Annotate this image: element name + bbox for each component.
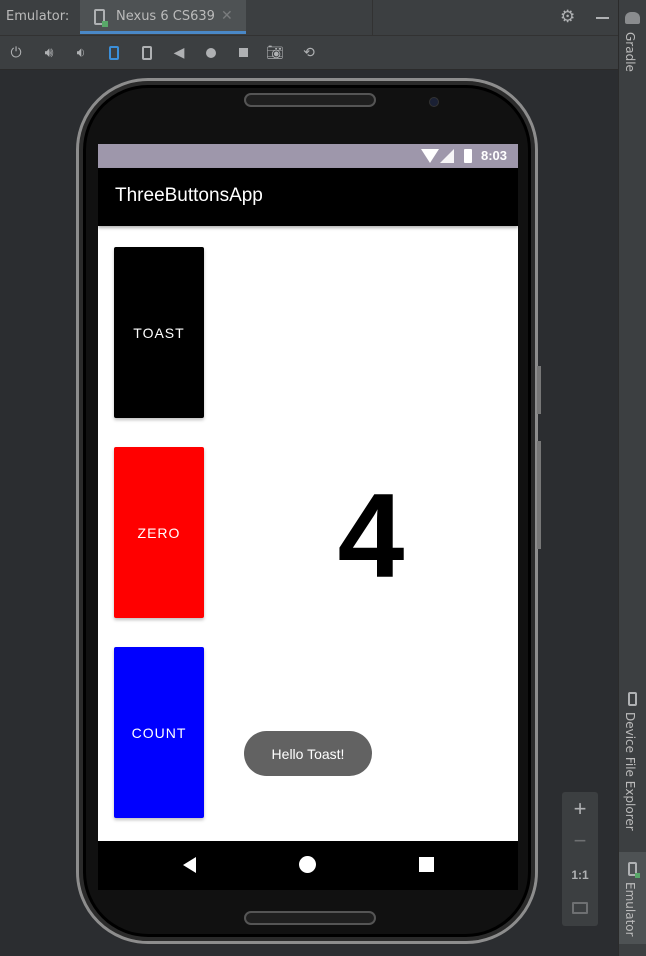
wifi-icon: [421, 149, 439, 163]
power-icon[interactable]: ⏻: [7, 44, 25, 62]
toast-message: Hello Toast!: [244, 731, 372, 776]
emulator-label: Emulator:: [6, 9, 70, 24]
status-time: 8:03: [481, 148, 508, 163]
speaker-bottom: [244, 911, 376, 925]
count-display: 4: [337, 469, 405, 603]
nav-home-icon[interactable]: [299, 856, 316, 873]
speaker-top: [244, 93, 376, 107]
battery-icon: [464, 149, 472, 163]
actual-size-button[interactable]: 1:1: [562, 868, 598, 882]
gradle-icon: [625, 12, 640, 24]
app-bar: ThreeButtonsApp: [98, 168, 518, 226]
zoom-controls: + − 1:1: [562, 792, 598, 926]
zoom-in-button[interactable]: +: [562, 796, 598, 822]
side-tab-device-file-explorer[interactable]: Device File Explorer: [623, 712, 637, 831]
device-file-explorer-icon: [628, 692, 637, 706]
emulator-tab-bar: Emulator: Nexus 6 CS639 ✕ ⚙: [0, 0, 618, 36]
overview-icon[interactable]: [234, 44, 252, 62]
home-icon[interactable]: [202, 44, 220, 62]
emulator-toolbar: ⏻ 🔊︎ 🔉︎ ◀ 📷︎ ⟲: [0, 36, 618, 70]
side-tool-bar: Gradle Device File Explorer Emulator: [618, 0, 646, 956]
rotate-left-icon[interactable]: [105, 44, 123, 62]
volume-up-icon[interactable]: 🔊︎: [40, 44, 58, 62]
zoom-icon[interactable]: ⟲: [300, 44, 318, 62]
count-button[interactable]: COUNT: [114, 647, 204, 818]
camera-icon: [429, 97, 439, 107]
nav-back-icon[interactable]: [183, 857, 196, 873]
tab-nexus-6[interactable]: Nexus 6 CS639 ✕: [80, 0, 246, 34]
status-bar: 8:03: [98, 144, 518, 168]
zoom-out-button[interactable]: −: [562, 828, 598, 854]
side-tab-gradle[interactable]: Gradle: [623, 32, 637, 72]
nav-recents-icon[interactable]: [419, 857, 434, 872]
zero-button[interactable]: ZERO: [114, 447, 204, 618]
app-title: ThreeButtonsApp: [115, 185, 263, 206]
minimize-icon[interactable]: [596, 17, 609, 19]
screenshot-icon[interactable]: 📷︎: [266, 44, 284, 62]
volume-key[interactable]: [537, 441, 541, 549]
gear-icon[interactable]: ⚙: [560, 7, 575, 27]
signal-icon: [440, 149, 454, 163]
device-icon: [94, 9, 108, 27]
power-key[interactable]: [537, 366, 541, 414]
fit-screen-icon[interactable]: [572, 902, 588, 914]
volume-down-icon[interactable]: 🔉︎: [72, 44, 90, 62]
close-tab-button[interactable]: ✕: [221, 8, 233, 24]
divider: [372, 0, 373, 36]
device-screen[interactable]: 8:03 ThreeButtonsApp TOAST ZERO COUNT 4 …: [98, 144, 518, 890]
side-tab-emulator[interactable]: Emulator: [623, 882, 637, 937]
tab-title: Nexus 6 CS639: [116, 9, 215, 24]
back-icon[interactable]: ◀: [170, 44, 188, 62]
toast-button[interactable]: TOAST: [114, 247, 204, 418]
rotate-right-icon[interactable]: [138, 44, 156, 62]
navigation-bar: [98, 841, 518, 890]
emulator-icon: [628, 862, 640, 878]
